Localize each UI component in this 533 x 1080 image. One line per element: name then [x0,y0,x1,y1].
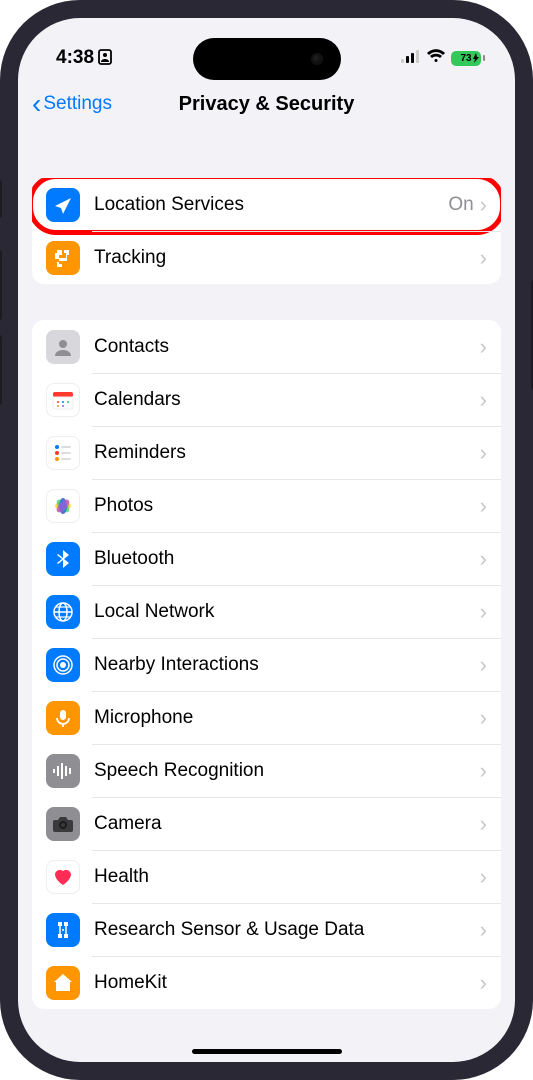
row-label: Microphone [94,707,480,729]
chevron-right-icon: › [480,334,487,360]
row-location-services[interactable]: Location Services On › [32,178,501,231]
chevron-right-icon: › [480,440,487,466]
silence-switch[interactable] [0,180,2,218]
chevron-right-icon: › [480,705,487,731]
row-calendars[interactable]: Calendars › [32,373,501,426]
heart-icon [46,860,80,894]
row-label: Photos [94,495,480,517]
chevron-right-icon: › [480,599,487,625]
waveform-icon [46,754,80,788]
row-value: On [448,194,473,216]
photos-icon [46,489,80,523]
camera-icon [46,807,80,841]
chevron-right-icon: › [480,970,487,996]
dynamic-island [193,38,341,80]
chevron-right-icon: › [480,192,487,218]
chevron-right-icon: › [480,758,487,784]
row-label: Local Network [94,601,480,623]
row-nearby-interactions[interactable]: Nearby Interactions › [32,638,501,691]
row-research-sensor[interactable]: Research Sensor & Usage Data › [32,903,501,956]
row-local-network[interactable]: Local Network › [32,585,501,638]
cellular-signal-icon [401,49,421,68]
sensor-icon [46,913,80,947]
row-label: Camera [94,813,480,835]
location-arrow-icon [46,188,80,222]
row-label: Speech Recognition [94,760,480,782]
row-contacts[interactable]: Contacts › [32,320,501,373]
microphone-icon [46,701,80,735]
chevron-left-icon: ‹ [32,90,41,118]
chevron-right-icon: › [480,917,487,943]
row-photos[interactable]: Photos › [32,479,501,532]
status-time: 4:38 [56,47,94,69]
row-camera[interactable]: Camera › [32,797,501,850]
group-apps: Contacts › Calendars › Reminders › [32,320,501,1009]
contacts-icon [46,330,80,364]
row-label: Location Services [94,194,448,216]
row-label: Bluetooth [94,548,480,570]
bluetooth-icon [46,542,80,576]
front-camera-icon [311,53,323,65]
row-label: Tracking [94,247,480,269]
row-label: Nearby Interactions [94,654,480,676]
chevron-right-icon: › [480,864,487,890]
nav-header: ‹ Settings Privacy & Security [18,78,515,128]
row-health[interactable]: Health › [32,850,501,903]
row-label: Reminders [94,442,480,464]
chevron-right-icon: › [480,652,487,678]
phone-frame: 4:38 73 ‹ Settings [0,0,533,1080]
row-reminders[interactable]: Reminders › [32,426,501,479]
globe-icon [46,595,80,629]
volume-up-button[interactable] [0,250,2,320]
back-label: Settings [43,93,112,115]
chevron-right-icon: › [480,245,487,271]
tracking-icon [46,241,80,275]
id-card-icon [98,49,112,68]
chevron-right-icon: › [480,811,487,837]
row-label: Health [94,866,480,888]
chevron-right-icon: › [480,387,487,413]
volume-down-button[interactable] [0,335,2,405]
calendar-icon [46,383,80,417]
row-microphone[interactable]: Microphone › [32,691,501,744]
group-primary: Location Services On › Tracking › [32,178,501,284]
row-speech-recognition[interactable]: Speech Recognition › [32,744,501,797]
row-homekit[interactable]: HomeKit › [32,956,501,1009]
row-label: Calendars [94,389,480,411]
nearby-icon [46,648,80,682]
row-tracking[interactable]: Tracking › [32,231,501,284]
row-label: Research Sensor & Usage Data [94,919,480,941]
back-button[interactable]: ‹ Settings [32,90,112,118]
row-label: HomeKit [94,972,480,994]
row-label: Contacts [94,336,480,358]
reminders-icon [46,436,80,470]
chevron-right-icon: › [480,493,487,519]
chevron-right-icon: › [480,546,487,572]
home-indicator[interactable] [192,1049,342,1054]
wifi-icon [426,49,446,68]
home-icon [46,966,80,1000]
battery-icon: 73 [451,51,485,66]
row-bluetooth[interactable]: Bluetooth › [32,532,501,585]
